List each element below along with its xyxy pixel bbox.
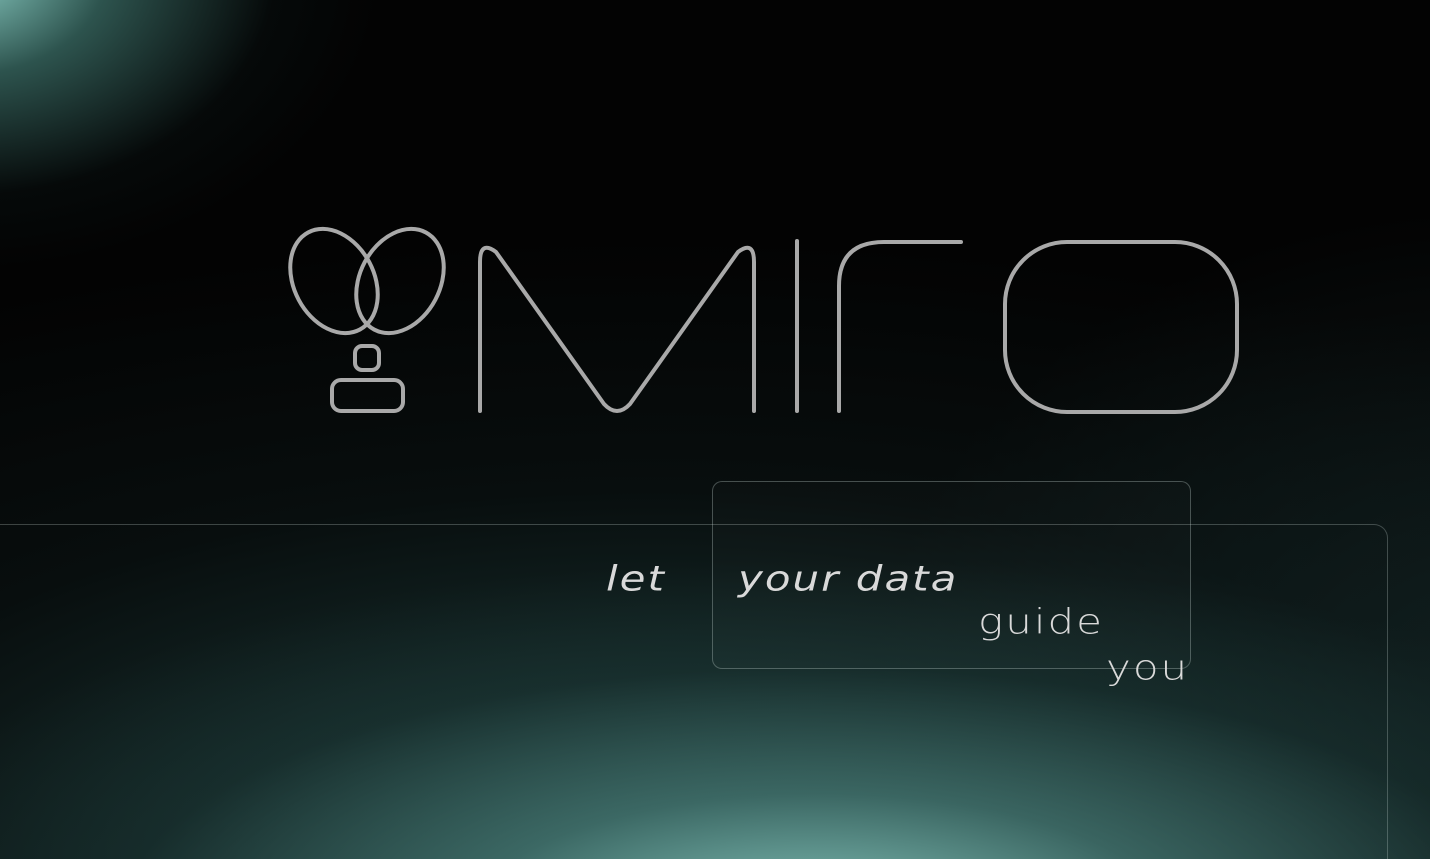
wordmark-letter-r xyxy=(837,240,963,413)
wordmark-letter-m xyxy=(478,245,756,413)
hero-canvas: let your data guide you xyxy=(0,0,1430,859)
butterfly-person-icon xyxy=(288,226,446,413)
tagline-word-you: you xyxy=(1106,647,1190,688)
tagline-word-guide: guide xyxy=(978,601,1104,642)
wordmark-miro xyxy=(478,239,1239,414)
tagline-word-let: let xyxy=(606,558,666,599)
wordmark-letter-o xyxy=(1003,240,1239,414)
tagline-word-your-data: your data xyxy=(738,558,959,599)
